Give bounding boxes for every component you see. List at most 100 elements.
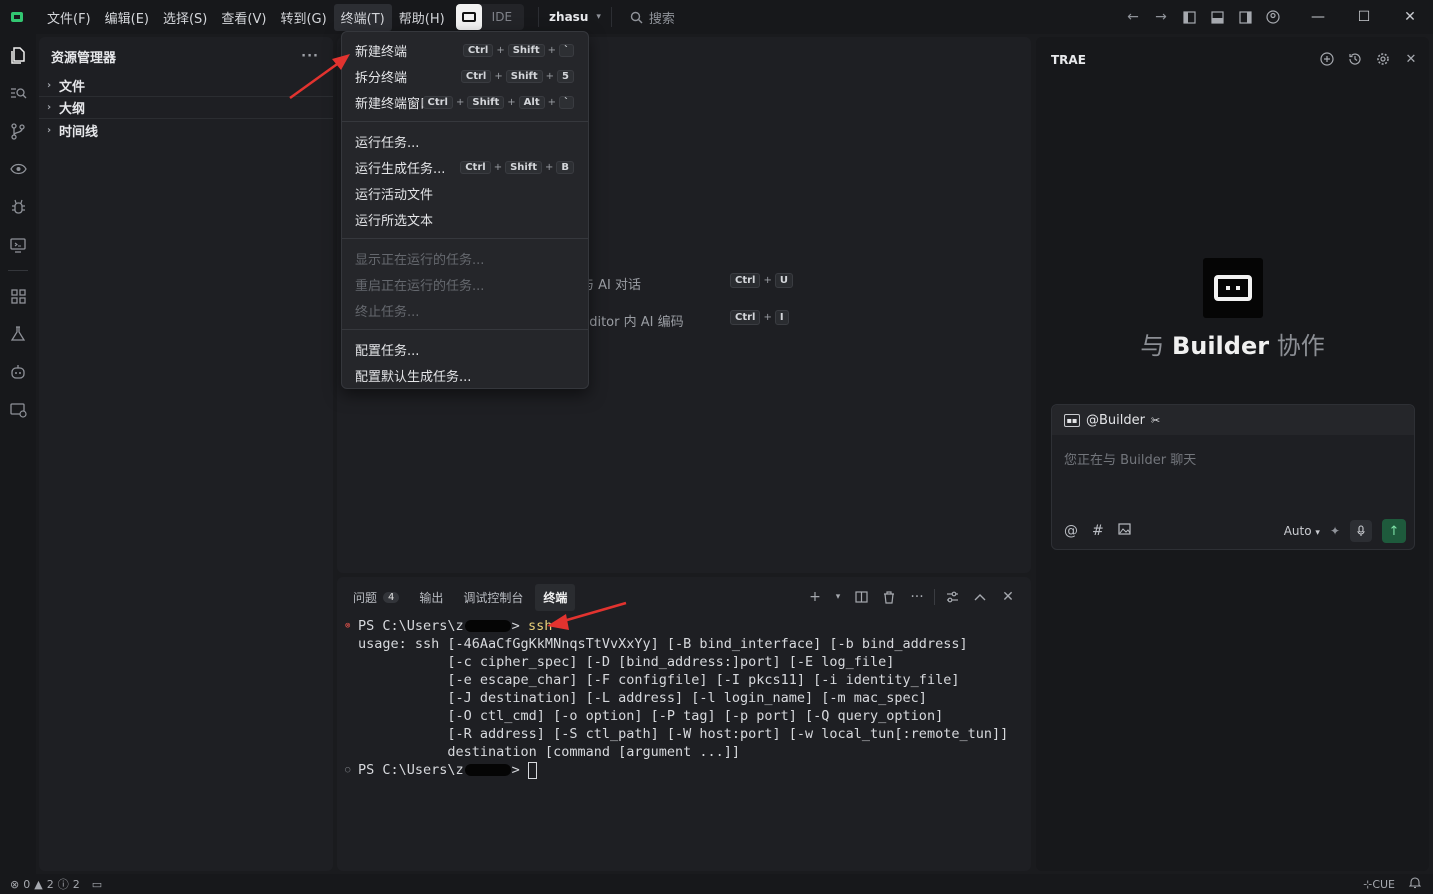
- tab-debug-console[interactable]: 调试控制台: [455, 584, 531, 611]
- sidebar-section-files[interactable]: › 文件: [39, 75, 333, 97]
- maximize-panel-chevron-up-icon[interactable]: [969, 586, 991, 608]
- close-window-icon[interactable]: ✕: [1387, 0, 1433, 34]
- history-icon[interactable]: [1345, 49, 1365, 69]
- sidebar-section-outline[interactable]: › 大纲: [39, 97, 333, 119]
- warning-count: 2: [46, 877, 54, 891]
- hint-ai-chat: 与 AI 对话: [581, 278, 641, 293]
- toggle-sidebar-icon[interactable]: [1175, 0, 1203, 34]
- terminal-output[interactable]: ⊗ PS C:\Users\z > ssh usage: ssh [-46AaCfG…: [337, 617, 1031, 779]
- tab-label: 调试控制台: [463, 590, 524, 605]
- menu-view[interactable]: 查看(V): [214, 4, 273, 31]
- sidebar-section-timeline[interactable]: › 时间线: [39, 119, 333, 141]
- testing-flask-icon[interactable]: [0, 315, 36, 353]
- tab-problems[interactable]: 问题 4: [345, 584, 407, 611]
- menu-new-terminal-window[interactable]: 新建终端窗口 Ctrl + Shift + Alt + `: [342, 89, 588, 115]
- sparkle-icon[interactable]: ✦: [1330, 524, 1340, 538]
- usage-text: destination [command [argument ...]]: [358, 744, 741, 760]
- key: Ctrl: [460, 69, 492, 83]
- more-actions-icon[interactable]: ···: [301, 49, 319, 64]
- key-plus: +: [547, 44, 556, 56]
- menu-configure-tasks[interactable]: 配置任务...: [342, 336, 588, 362]
- workspace-user-button[interactable]: zhasu ▾: [538, 7, 612, 27]
- global-search[interactable]: 搜索: [630, 8, 675, 27]
- ai-panel-actions: ✕: [1317, 49, 1421, 69]
- microphone-icon[interactable]: [1350, 520, 1372, 542]
- hash-context-icon[interactable]: #: [1092, 523, 1104, 539]
- tab-label: 输出: [419, 590, 444, 605]
- ide-mode-label[interactable]: IDE: [482, 10, 524, 24]
- close-icon[interactable]: ✕: [1401, 49, 1421, 69]
- source-control-icon[interactable]: [0, 112, 36, 150]
- key-plus: +: [763, 312, 772, 323]
- close-panel-icon[interactable]: ✕: [997, 586, 1019, 608]
- keyboard-icon[interactable]: ▭: [92, 878, 102, 891]
- menu-help[interactable]: 帮助(H): [392, 4, 452, 31]
- tab-output[interactable]: 输出: [411, 584, 451, 611]
- key: Ctrl: [422, 95, 453, 109]
- toggle-panel-icon[interactable]: [1203, 0, 1231, 34]
- menu-new-terminal[interactable]: 新建终端 Ctrl + Shift + `: [342, 37, 588, 63]
- back-arrow-icon[interactable]: ←: [1119, 0, 1147, 34]
- remote-monitor-icon[interactable]: [0, 226, 36, 264]
- mention-at-icon[interactable]: @: [1064, 523, 1078, 539]
- menu-item-label: 运行生成任务...: [355, 161, 446, 177]
- more-icon[interactable]: ···: [906, 586, 928, 608]
- menu-run-active-file[interactable]: 运行活动文件: [342, 180, 588, 206]
- menu-separator: [342, 238, 588, 239]
- image-upload-icon[interactable]: [1118, 523, 1131, 539]
- maximize-icon[interactable]: ☐: [1341, 0, 1387, 34]
- builder-hero-title: 与 Builder 协作: [1036, 326, 1429, 361]
- problems-summary[interactable]: ⊗ 0 ▲ 2 ⓘ 2 ▭: [0, 876, 102, 892]
- menu-item-label: 配置任务...: [355, 343, 420, 359]
- tab-terminal[interactable]: 终端: [535, 583, 576, 611]
- menu-item-label: 拆分终端: [355, 70, 408, 86]
- chat-input[interactable]: 您正在与 Builder 聊天: [1064, 449, 1196, 468]
- hint-ai-chat-shortcut: Ctrl + U: [730, 273, 793, 288]
- toggle-right-panel-icon[interactable]: [1231, 0, 1259, 34]
- menu-run-selected-text[interactable]: 运行所选文本: [342, 206, 588, 232]
- notifications-bell-icon[interactable]: [1408, 876, 1422, 892]
- account-icon[interactable]: [1259, 0, 1287, 34]
- new-chat-icon[interactable]: [1317, 49, 1337, 69]
- chat-agent-header[interactable]: ▪▪ @Builder ✂: [1052, 405, 1414, 435]
- explorer-icon[interactable]: [0, 36, 36, 74]
- terminal-settings-icon[interactable]: [941, 586, 963, 608]
- bottom-panel: 问题 4 输出 调试控制台 终端 + ▾ ··· ✕ ⊗ PS C:\Users\…: [337, 577, 1031, 871]
- forward-arrow-icon[interactable]: →: [1147, 0, 1175, 34]
- menu-split-terminal[interactable]: 拆分终端 Ctrl + Shift +5: [342, 63, 588, 89]
- terminal-line: [-R address] [-S ctl_path] [-W host:port…: [345, 725, 1031, 743]
- menu-run-build-task[interactable]: 运行生成任务... Ctrl + Shift + B: [342, 154, 588, 180]
- menu-terminal[interactable]: 终端(T): [333, 3, 392, 31]
- preview-eye-icon[interactable]: [0, 150, 36, 188]
- info-count: 2: [72, 877, 80, 891]
- model-selector[interactable]: Auto ▾: [1284, 524, 1320, 538]
- split-terminal-icon[interactable]: [850, 586, 872, 608]
- key-plus: +: [494, 70, 503, 82]
- trash-icon[interactable]: [878, 586, 900, 608]
- settings-gear-icon[interactable]: [1373, 49, 1393, 69]
- menu-run-task[interactable]: 运行任务...: [342, 128, 588, 154]
- menu-go[interactable]: 转到(G): [273, 4, 333, 31]
- minimize-icon[interactable]: —: [1295, 0, 1341, 34]
- extensions-icon[interactable]: [0, 277, 36, 315]
- builder-logo-icon: [1203, 258, 1263, 318]
- new-terminal-plus-icon[interactable]: +: [804, 586, 826, 608]
- menu-selection[interactable]: 选择(S): [156, 4, 214, 31]
- cue-status[interactable]: ⊹CUE: [1363, 878, 1395, 891]
- send-arrow-up-icon[interactable]: ↑: [1382, 519, 1406, 543]
- remote-explorer-icon[interactable]: [0, 391, 36, 429]
- menu-edit[interactable]: 编辑(E): [98, 4, 156, 31]
- prompt-suffix: >: [511, 762, 528, 778]
- key-plus: +: [544, 161, 554, 173]
- key: Ctrl: [462, 43, 494, 57]
- ide-mode-toggle[interactable]: IDE: [455, 4, 525, 30]
- search-files-icon[interactable]: [0, 74, 36, 112]
- debug-icon[interactable]: [0, 188, 36, 226]
- menu-file[interactable]: 文件(F): [40, 4, 98, 31]
- builder-mode-icon[interactable]: [455, 4, 482, 30]
- shortcut: Ctrl + Shift + Alt + `: [422, 95, 574, 109]
- menu-configure-default-build-task[interactable]: 配置默认生成任务...: [342, 362, 588, 388]
- key: Ctrl: [730, 310, 761, 325]
- chevron-down-icon[interactable]: ▾: [832, 586, 844, 608]
- ai-robot-icon[interactable]: [0, 353, 36, 391]
